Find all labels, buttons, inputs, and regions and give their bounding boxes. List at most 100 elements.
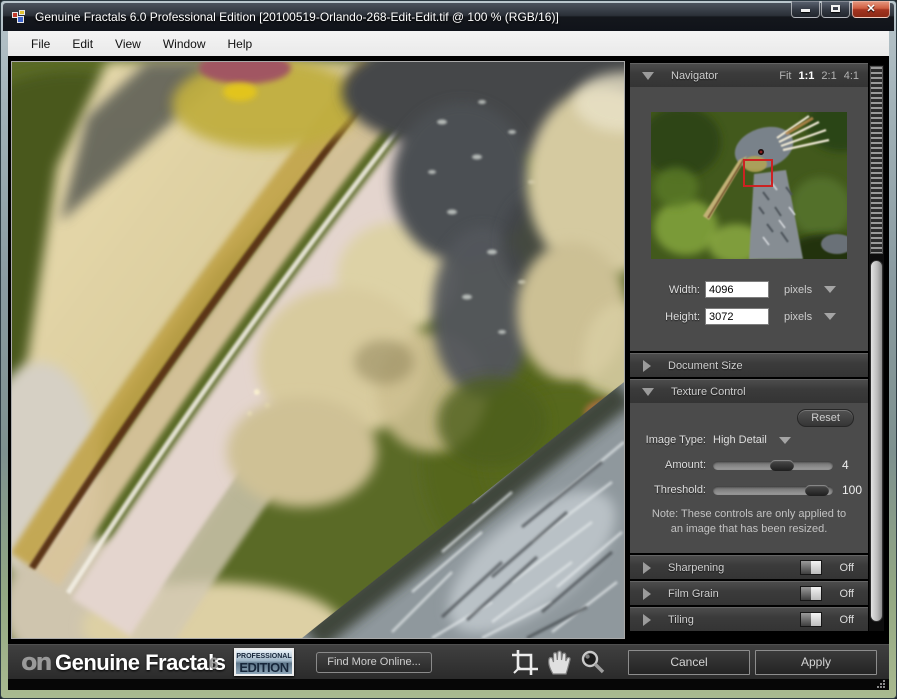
width-unit-label: pixels	[784, 284, 812, 296]
threshold-value: 100	[842, 483, 862, 497]
amount-label: Amount:	[630, 459, 706, 471]
film-grain-off-label: Off	[840, 588, 854, 600]
application-window: Genuine Fractals 6.0 Professional Editio…	[0, 0, 897, 699]
navigator-thumbnail[interactable]	[651, 112, 847, 259]
hand-tool-icon	[544, 648, 574, 677]
sharpening-title: Sharpening	[668, 562, 724, 574]
expand-triangle-icon[interactable]	[643, 360, 651, 372]
height-field[interactable]	[705, 308, 769, 325]
height-unit-label: pixels	[784, 311, 812, 323]
film-grain-toggle[interactable]	[800, 586, 822, 601]
window-title: Genuine Fractals 6.0 Professional Editio…	[35, 10, 559, 24]
width-unit-chevron-down-icon[interactable]	[824, 286, 836, 293]
zoom-option-4-1[interactable]: 4:1	[844, 70, 859, 82]
menu-item-edit[interactable]: Edit	[61, 33, 104, 55]
tiling-header[interactable]: Tiling Off	[630, 607, 868, 631]
film-grain-title: Film Grain	[668, 588, 719, 600]
hand-tool-button[interactable]	[544, 648, 574, 677]
tiling-title: Tiling	[668, 614, 694, 626]
expand-triangle-icon[interactable]	[643, 562, 651, 574]
scrollbar-thumb[interactable]	[870, 260, 883, 622]
texture-control-header[interactable]: Texture Control	[630, 379, 868, 403]
navigator-title: Navigator	[671, 70, 718, 82]
right-panel-column: Navigator Fit 1:1 2:1 4:1	[630, 63, 868, 633]
zoom-option-2-1[interactable]: 2:1	[821, 70, 836, 82]
image-canvas[interactable]	[11, 61, 625, 639]
image-type-label: Image Type:	[630, 434, 706, 446]
cancel-button[interactable]: Cancel	[628, 650, 750, 675]
note-text: Note: These controls are only applied to…	[630, 507, 868, 537]
sharpening-toggle[interactable]	[800, 560, 822, 575]
minimize-icon	[801, 9, 810, 12]
document-size-header[interactable]: Document Size	[630, 353, 868, 377]
tiling-toggle[interactable]	[800, 612, 822, 627]
texture-control-body: Reset Image Type: High Detail Amount: 4 …	[630, 403, 868, 553]
zoom-tool-icon	[578, 648, 608, 677]
panel-scrollbar[interactable]	[869, 65, 884, 631]
maximize-button[interactable]	[821, 1, 850, 18]
resize-grip[interactable]	[883, 680, 885, 682]
film-grain-header[interactable]: Film Grain Off	[630, 581, 868, 605]
edition-badge: PROFESSIONAL EDITION	[234, 648, 294, 676]
badge-line2: EDITION	[236, 661, 292, 674]
height-label: Height:	[630, 311, 700, 323]
menu-item-view[interactable]: View	[104, 33, 152, 55]
menu-item-window[interactable]: Window	[152, 33, 217, 55]
threshold-slider[interactable]	[713, 486, 833, 495]
menu-bar: File Edit View Window Help	[8, 31, 889, 56]
brand-version-number: 6	[209, 654, 218, 674]
zoom-option-1-1[interactable]: 1:1	[799, 70, 815, 82]
width-field[interactable]	[705, 281, 769, 298]
image-type-row: Image Type: High Detail	[630, 434, 868, 446]
close-button[interactable]: ✕	[852, 1, 890, 18]
crop-tool-icon	[510, 648, 540, 677]
menu-item-help[interactable]: Help	[217, 33, 264, 55]
texture-control-title: Texture Control	[671, 386, 746, 398]
reset-button[interactable]: Reset	[797, 409, 854, 427]
collapse-triangle-icon[interactable]	[642, 72, 654, 80]
sharpening-header[interactable]: Sharpening Off	[630, 555, 868, 579]
threshold-slider-handle[interactable]	[805, 485, 829, 496]
zoom-option-fit[interactable]: Fit	[779, 70, 791, 82]
find-more-online-button[interactable]: Find More Online...	[316, 652, 432, 673]
canvas-photo	[12, 62, 624, 638]
navigator-zoom-options: Fit 1:1 2:1 4:1	[779, 70, 859, 82]
amount-slider-handle[interactable]	[770, 460, 794, 471]
expand-triangle-icon[interactable]	[643, 588, 651, 600]
title-bar[interactable]: Genuine Fractals 6.0 Professional Editio…	[3, 3, 894, 31]
maximize-icon	[831, 5, 840, 12]
sharpening-off-label: Off	[840, 562, 854, 574]
zoom-tool-button[interactable]	[578, 648, 608, 677]
amount-row: Amount: 4	[630, 458, 868, 472]
minimize-button[interactable]	[791, 1, 820, 18]
crop-tool-button[interactable]	[510, 648, 540, 677]
threshold-row: Threshold: 100	[630, 483, 868, 497]
scrollbar-track-stripes[interactable]	[870, 66, 883, 254]
note-line2: an image that has been resized.	[630, 522, 868, 537]
navigator-body: Width: pixels Height: pixels	[630, 87, 868, 351]
expand-triangle-icon[interactable]	[643, 614, 651, 626]
tiling-off-label: Off	[840, 614, 854, 626]
menu-item-file[interactable]: File	[20, 33, 61, 55]
bottom-toolbar: on Genuine Fractals 6 PROFESSIONAL EDITI…	[8, 644, 889, 679]
app-icon	[12, 10, 27, 24]
threshold-label: Threshold:	[630, 484, 706, 496]
brand-title: Genuine Fractals	[55, 650, 226, 676]
height-row: Height: pixels	[630, 308, 868, 325]
navigator-panel-header[interactable]: Navigator Fit 1:1 2:1 4:1	[630, 63, 868, 87]
image-type-chevron-down-icon[interactable]	[779, 437, 791, 444]
amount-value: 4	[842, 458, 849, 472]
onone-logo: on	[21, 648, 51, 676]
image-type-value[interactable]: High Detail	[713, 434, 767, 446]
height-unit-chevron-down-icon[interactable]	[824, 313, 836, 320]
collapse-triangle-icon[interactable]	[642, 388, 654, 396]
document-size-title: Document Size	[668, 360, 743, 372]
apply-button[interactable]: Apply	[755, 650, 877, 675]
amount-slider[interactable]	[713, 461, 833, 470]
note-line1: Note: These controls are only applied to	[630, 507, 868, 522]
status-bar	[8, 679, 889, 690]
width-label: Width:	[630, 284, 700, 296]
close-icon: ✕	[853, 1, 889, 17]
width-row: Width: pixels	[630, 281, 868, 298]
main-content-area: Navigator Fit 1:1 2:1 4:1	[8, 56, 889, 690]
